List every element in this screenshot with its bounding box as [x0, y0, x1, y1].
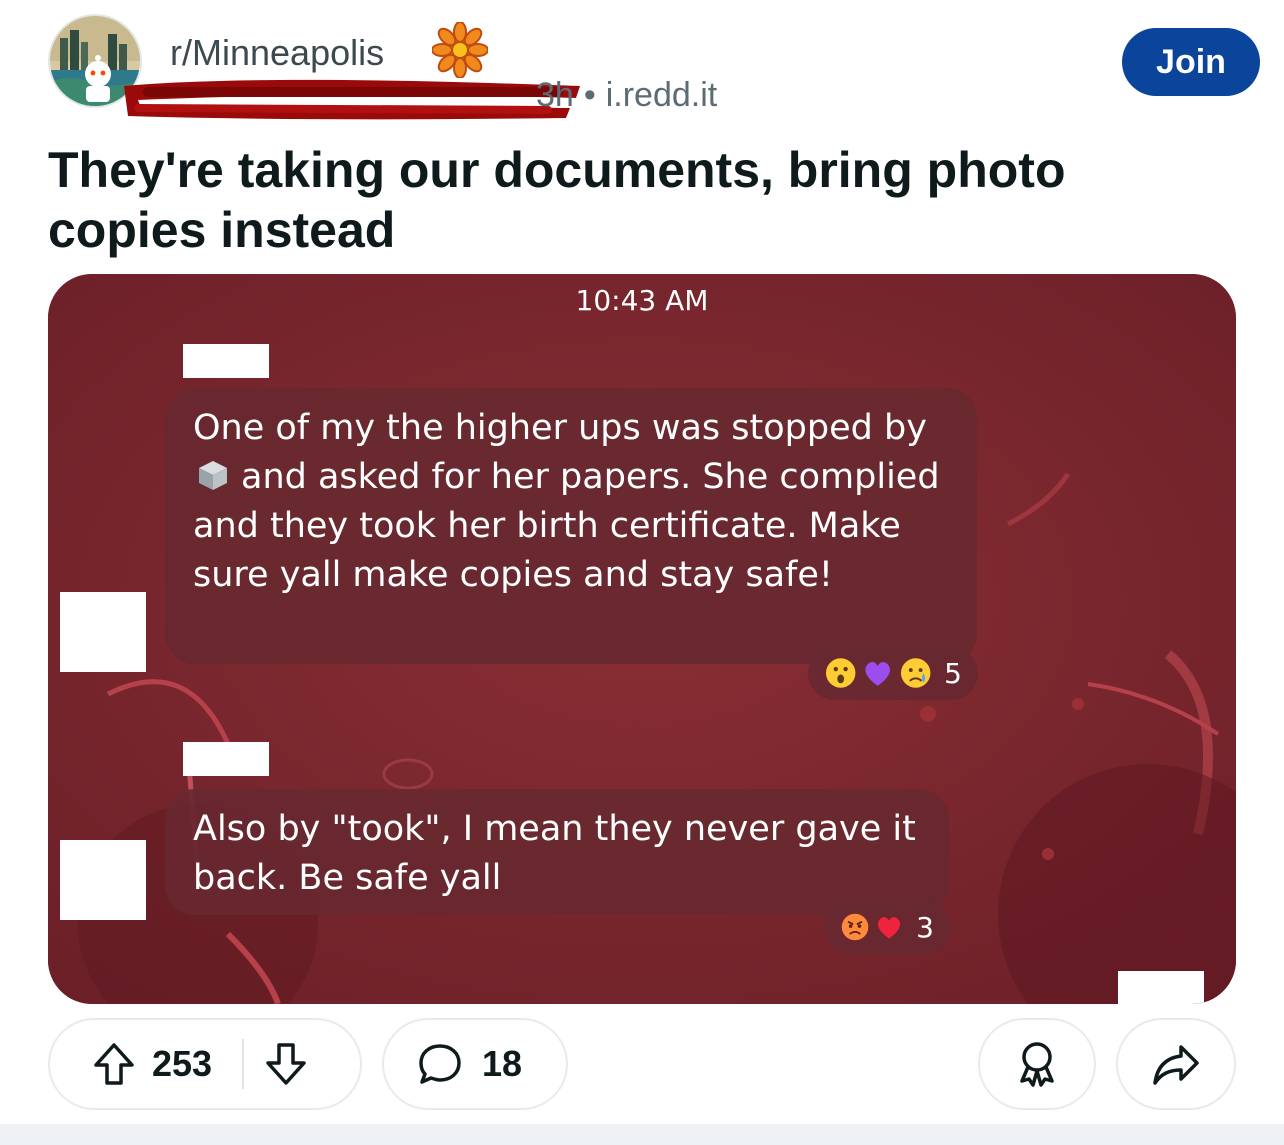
red-heart-emoji [878, 917, 901, 939]
vote-divider [242, 1039, 245, 1089]
redaction-box [60, 592, 146, 672]
purple-heart-emoji [865, 662, 891, 686]
post-image[interactable]: 10:43 AM One of my the higher ups was st… [48, 274, 1236, 1004]
message-reactions[interactable]: 5 [808, 646, 978, 700]
redaction-box [1118, 971, 1204, 1004]
share-button[interactable] [1116, 1018, 1236, 1110]
redaction-box [60, 840, 146, 920]
upvote-icon [94, 1043, 134, 1085]
reaction-count: 5 [944, 656, 962, 690]
message-text: One of my the higher ups was stopped by [193, 408, 927, 448]
message-text: Also by "took", I mean they never gave i… [193, 809, 916, 898]
post-domain[interactable]: i.redd.it [606, 76, 718, 114]
post-age: 3h [536, 76, 574, 114]
upvote-count: 253 [152, 1043, 213, 1084]
meta-separator: • [583, 76, 596, 114]
comment-icon [419, 1044, 461, 1084]
comment-count: 18 [482, 1043, 523, 1084]
award-button[interactable] [978, 1018, 1096, 1110]
post-action-bar: 253 18 [48, 1018, 1236, 1112]
post-title[interactable]: They're taking our documents, bring phot… [48, 140, 1208, 260]
upvote-button[interactable] [86, 1041, 142, 1087]
downvote-button[interactable] [258, 1041, 314, 1087]
angry-face-emoji [841, 913, 869, 941]
redaction-scribble [124, 79, 580, 120]
vote-pill: 253 [48, 1018, 362, 1110]
message-reactions[interactable]: 3 [824, 900, 950, 954]
crying-face-emoji [900, 658, 931, 688]
share-icon [1153, 1045, 1199, 1085]
post-meta: 3h • i.redd.it [536, 76, 717, 115]
redaction-box [183, 742, 269, 776]
message-text-continued: and asked for her papers. She complied a… [193, 457, 940, 595]
ice-cube-icon [199, 461, 227, 490]
downvote-icon [266, 1043, 306, 1085]
award-icon [1020, 1042, 1054, 1087]
post-header: r/Minneapolis 3h • i.redd.it Join [48, 14, 1260, 120]
message-timestamp: 10:43 AM [575, 284, 709, 317]
feed-separator [0, 1124, 1284, 1145]
subreddit-name[interactable]: r/Minneapolis [170, 32, 384, 74]
flower-icon [432, 22, 488, 78]
chat-message-bubble: One of my the higher ups was stopped by … [165, 388, 977, 664]
join-button[interactable]: Join [1122, 28, 1260, 96]
reaction-count: 3 [916, 910, 934, 944]
chat-message-bubble: Also by "took", I mean they never gave i… [165, 789, 949, 915]
comments-button[interactable]: 18 [382, 1018, 568, 1110]
surprised-face-emoji [825, 658, 856, 688]
redaction-box [183, 344, 269, 378]
